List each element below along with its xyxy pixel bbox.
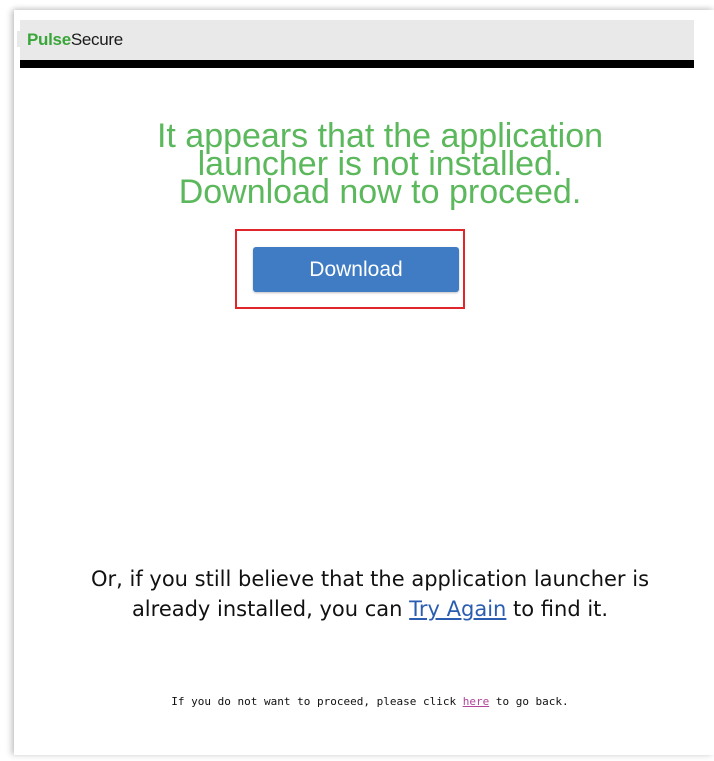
retry-text-after: to find it. bbox=[506, 597, 609, 621]
pulse-secure-logo: PulseSecure bbox=[27, 30, 123, 50]
retry-text-before: already installed, you can bbox=[131, 597, 410, 621]
logo-mark-icon bbox=[17, 31, 20, 47]
logo-pulse-text: Pulse bbox=[27, 30, 71, 49]
retry-line-2: already installed, you can Try Again to … bbox=[40, 594, 700, 624]
try-again-link[interactable]: Try Again bbox=[409, 597, 506, 621]
message-line-3: Download now to proceed. bbox=[178, 173, 582, 211]
back-text-after: to go back. bbox=[489, 695, 569, 708]
go-back-message: If you do not want to proceed, please cl… bbox=[40, 695, 700, 708]
back-text-before: If you do not want to proceed, please cl… bbox=[171, 695, 463, 708]
header-divider bbox=[20, 60, 694, 68]
retry-line-1: Or, if you still believe that the applic… bbox=[90, 567, 650, 591]
launcher-missing-message: It appears that the application launcher… bbox=[80, 119, 680, 211]
go-back-link[interactable]: here bbox=[463, 695, 490, 708]
download-button[interactable]: Download bbox=[253, 247, 459, 292]
logo-secure-text: Secure bbox=[70, 30, 123, 49]
try-again-message: Or, if you still believe that the applic… bbox=[40, 564, 700, 624]
brand-header: PulseSecure bbox=[17, 20, 694, 60]
